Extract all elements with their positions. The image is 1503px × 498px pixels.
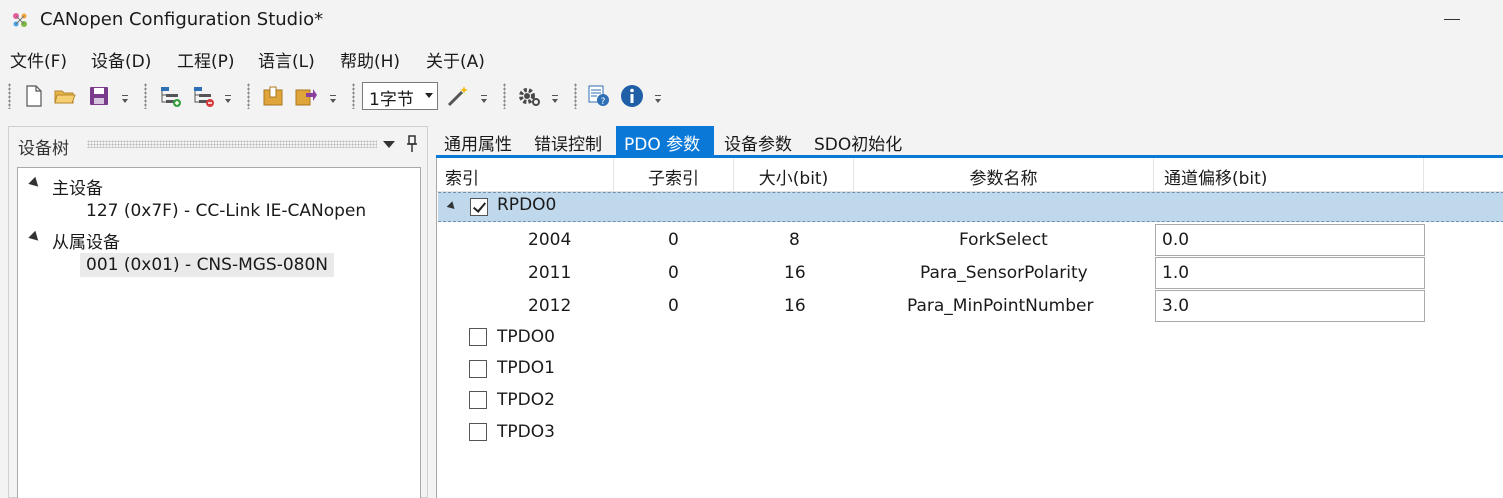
menu-bar: 文件(F) 设备(D) 工程(P) 语言(L) 帮助(H) 关于(A) [0, 44, 1503, 74]
pdo-group-rpdo0[interactable]: RPDO0 [438, 192, 1503, 222]
chevron-down-icon [425, 93, 433, 98]
tab-general[interactable]: 通用属性 [444, 126, 524, 156]
expander-icon[interactable] [28, 230, 42, 245]
device-tree-title: 设备树 [18, 139, 69, 159]
offset-input[interactable]: 3.0 [1155, 290, 1425, 322]
panel-menu-icon[interactable] [383, 141, 395, 148]
settings-dropdown-arrow[interactable] [551, 92, 559, 104]
cell-index: 2012 [528, 296, 572, 316]
expander-icon[interactable] [446, 201, 458, 212]
device-tree-panel: 设备树 主设备 127 (0x7F) - CC-Link IE-CANopen … [8, 126, 428, 498]
offset-input[interactable]: 1.0 [1155, 257, 1425, 289]
tree-node-label: 从属设备 [52, 233, 120, 253]
toolbar: 1字节 ? [0, 78, 1503, 114]
toolbar-grip-5[interactable] [503, 83, 506, 109]
col-param-name[interactable]: 参数名称 [854, 158, 1154, 192]
tab-sdo-init[interactable]: SDO初始化 [814, 126, 914, 156]
tpdo2-checkbox[interactable] [469, 391, 487, 409]
tree-node-label: 主设备 [52, 179, 103, 199]
group-label: TPDO2 [497, 390, 555, 410]
expander-icon[interactable] [28, 176, 42, 191]
device-tree-header: 设备树 [9, 127, 427, 161]
grid-header: 索引 子索引 大小(bit) 参数名称 通道偏移(bit) [437, 158, 1503, 192]
help-dropdown-arrow[interactable] [654, 92, 662, 104]
import-icon[interactable] [261, 84, 285, 108]
tpdo3-checkbox[interactable] [469, 423, 487, 441]
menu-file[interactable]: 文件(F) [10, 47, 67, 72]
wand-icon[interactable] [446, 84, 470, 108]
tree-node-slave-device[interactable]: 001 (0x01) - CNS-MGS-080N [80, 253, 335, 277]
pdo-grid: 索引 子索引 大小(bit) 参数名称 通道偏移(bit) RPDO0 2004… [436, 158, 1503, 498]
app-logo-icon [13, 13, 27, 27]
cell-param-name: Para_SensorPolarity [920, 263, 1088, 283]
transfer-dropdown-arrow[interactable] [329, 92, 337, 104]
cell-index: 2011 [528, 263, 572, 283]
toolbar-grip-6[interactable] [574, 83, 577, 109]
new-file-icon[interactable] [22, 84, 46, 108]
minimize-button[interactable] [1444, 19, 1460, 20]
add-node-icon[interactable] [158, 84, 182, 108]
cell-param-name: Para_MinPointNumber [907, 296, 1094, 316]
menu-language[interactable]: 语言(L) [258, 47, 315, 72]
menu-project[interactable]: 工程(P) [177, 47, 235, 72]
cell-index: 2004 [528, 230, 572, 250]
col-index[interactable]: 索引 [437, 158, 614, 192]
remove-node-icon[interactable] [191, 84, 215, 108]
data-size-value: 1字节 [369, 90, 414, 110]
tab-pdo-params[interactable]: PDO 参数 [616, 126, 714, 156]
gear-icon[interactable] [517, 84, 541, 108]
tab-bar: 通用属性 错误控制 PDO 参数 设备参数 SDO初始化 [436, 126, 1503, 156]
save-dropdown-arrow[interactable] [121, 92, 129, 104]
group-label: TPDO0 [497, 327, 555, 347]
group-label: TPDO3 [497, 422, 555, 442]
node-dropdown-arrow[interactable] [224, 92, 232, 104]
tab-error-control[interactable]: 错误控制 [534, 126, 614, 156]
offset-input[interactable]: 0.0 [1155, 224, 1425, 256]
tpdo0-checkbox[interactable] [469, 328, 487, 346]
cell-param-name: ForkSelect [959, 230, 1048, 250]
col-size[interactable]: 大小(bit) [734, 158, 854, 192]
menu-device[interactable]: 设备(D) [91, 47, 151, 72]
tpdo1-checkbox[interactable] [469, 360, 487, 378]
toolbar-grip[interactable] [8, 83, 11, 109]
open-folder-icon[interactable] [53, 84, 77, 108]
toolbar-grip-2[interactable] [144, 83, 147, 109]
save-icon[interactable] [87, 84, 111, 108]
cell-size: 16 [784, 296, 806, 316]
group-label: RPDO0 [497, 195, 557, 215]
tab-device-params[interactable]: 设备参数 [724, 126, 804, 156]
cell-size: 16 [784, 263, 806, 283]
window-title: CANopen Configuration Studio* [40, 9, 324, 30]
help-icon[interactable]: ? [587, 84, 611, 108]
menu-help[interactable]: 帮助(H) [340, 47, 400, 72]
menu-about[interactable]: 关于(A) [426, 47, 485, 72]
cell-subindex: 0 [668, 263, 679, 283]
pin-icon[interactable] [405, 135, 419, 153]
cell-subindex: 0 [668, 296, 679, 316]
panel-drag-handle[interactable] [87, 140, 377, 148]
col-channel-offset[interactable]: 通道偏移(bit) [1154, 158, 1424, 192]
rpdo0-checkbox[interactable] [470, 198, 488, 216]
wand-dropdown-arrow[interactable] [480, 92, 488, 104]
group-label: TPDO1 [497, 358, 555, 378]
col-subindex[interactable]: 子索引 [614, 158, 734, 192]
title-bar: CANopen Configuration Studio* [0, 0, 1503, 42]
data-size-select[interactable]: 1字节 [362, 82, 438, 110]
cell-size: 8 [789, 230, 800, 250]
toolbar-grip-3[interactable] [247, 83, 250, 109]
export-icon[interactable] [294, 84, 318, 108]
tree-node-master-device[interactable]: 127 (0x7F) - CC-Link IE-CANopen [86, 201, 366, 221]
cell-subindex: 0 [668, 230, 679, 250]
info-icon[interactable] [620, 84, 644, 108]
toolbar-grip-4[interactable] [352, 83, 355, 109]
svg-text:?: ? [601, 97, 606, 107]
device-tree: 主设备 127 (0x7F) - CC-Link IE-CANopen 从属设备… [17, 167, 421, 498]
